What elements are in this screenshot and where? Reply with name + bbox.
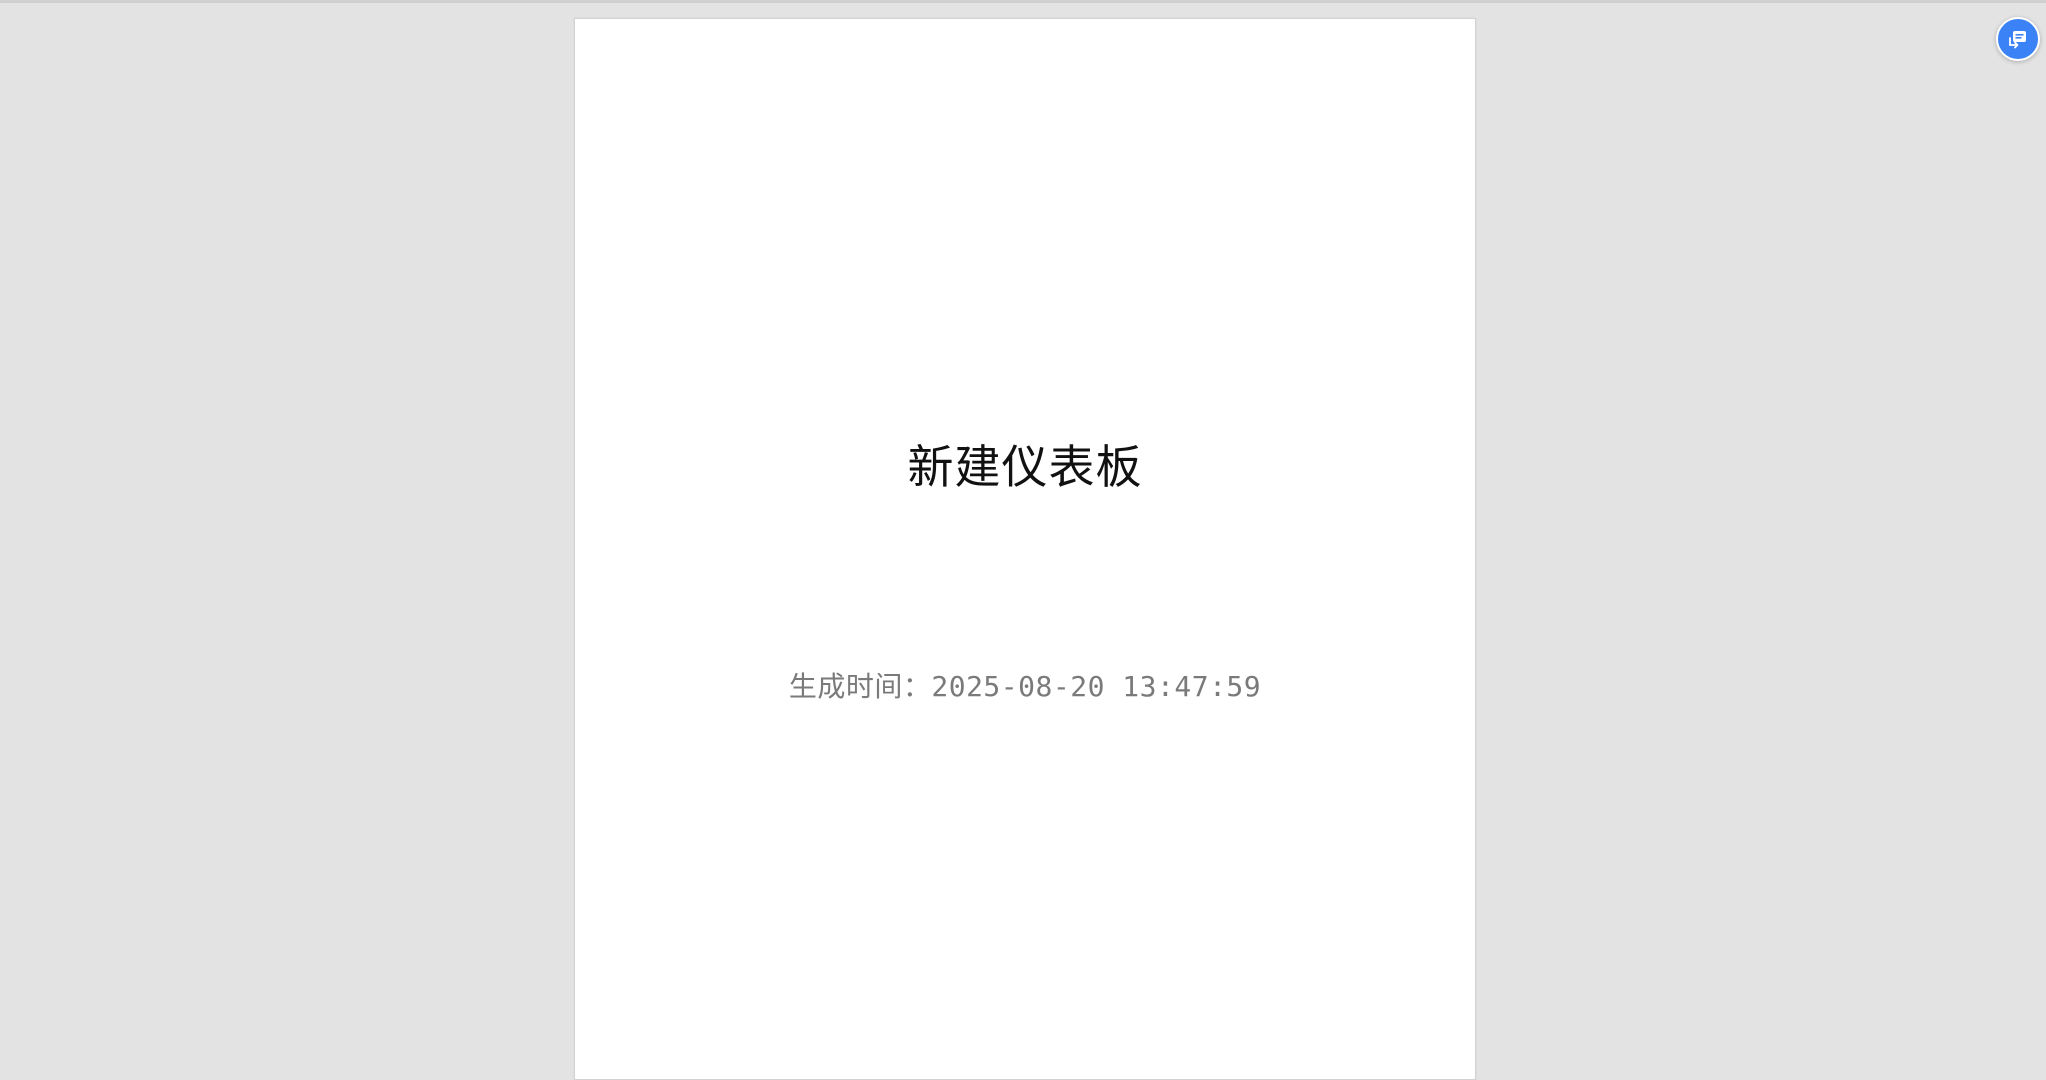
document-page: 新建仪表板 生成时间：2025-08-20 13:47:59 [574, 18, 1476, 1080]
translate-icon [2009, 31, 2026, 49]
generated-time-label: 生成时间： [788, 670, 932, 703]
generated-time-line: 生成时间：2025-08-20 13:47:59 [575, 667, 1475, 707]
floating-translate-button[interactable] [1996, 17, 2040, 61]
generated-time-value: 2025-08-20 13:47:59 [931, 670, 1262, 703]
document-title: 新建仪表板 [907, 440, 1143, 494]
document-viewer[interactable]: 新建仪表板 生成时间：2025-08-20 13:47:59 [0, 0, 2046, 1080]
